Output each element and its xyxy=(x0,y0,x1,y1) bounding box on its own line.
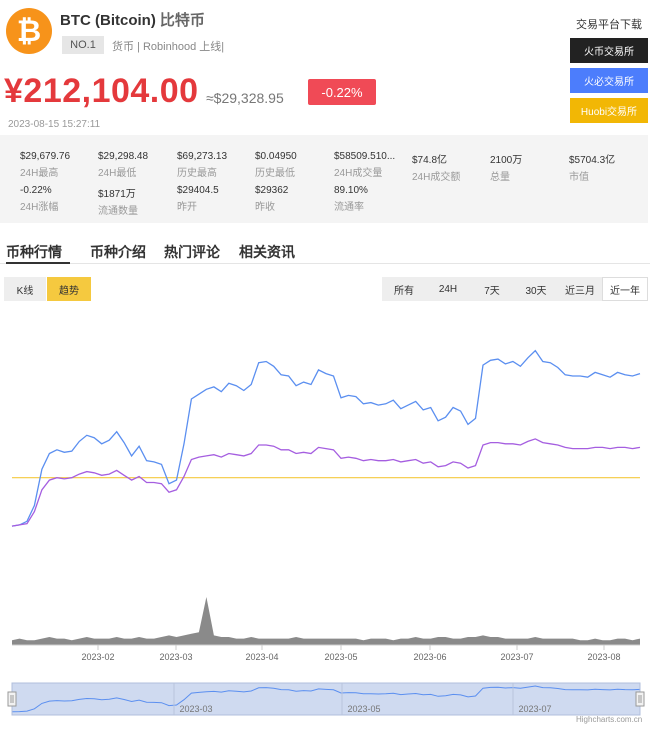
navigator-right-handle[interactable] xyxy=(635,691,645,707)
stat-prev-open: $29404.5 昨开 xyxy=(177,185,219,213)
price-change-badge: -0.22% xyxy=(308,79,376,105)
stat-24h-low: $29,298.48 24H最低 xyxy=(98,151,149,179)
tab-market[interactable]: 币种行情 xyxy=(6,242,62,262)
stat-ath: $69,273.13 历史最高 xyxy=(177,151,228,179)
range-7d-button[interactable]: 7天 xyxy=(470,277,514,301)
price-trend-chart[interactable]: 2023-02 2023-03 2023-04 2023-05 2023-06 2023-… xyxy=(0,300,650,720)
x-tick-label: 2023-02 xyxy=(81,652,114,662)
coin-symbol-name: BTC (Bitcoin) xyxy=(60,12,156,29)
range-24h-button[interactable]: 24H xyxy=(426,277,470,301)
navigator-tick-label: 2023-05 xyxy=(347,704,380,714)
price-usd: ≈$29,328.95 xyxy=(206,90,284,106)
navigator-tick-label: 2023-03 xyxy=(179,704,212,714)
stat-prev-close: $29362 昨收 xyxy=(255,185,289,213)
coin-title: BTC (Bitcoin) 比特币 xyxy=(60,9,205,30)
price-timestamp: 2023-08-15 15:27:11 xyxy=(8,119,101,130)
volume-area xyxy=(12,597,640,646)
stat-atl: $0.04950 历史最低 xyxy=(255,151,297,179)
rank-badge: NO.1 xyxy=(62,36,104,54)
price-lines xyxy=(11,349,641,527)
stat-24h-volume: $58509.510... 24H成交量 xyxy=(334,151,396,179)
range-1y-button[interactable]: 近一年 xyxy=(602,277,648,301)
exchange-download-title: 交易平台下载 xyxy=(576,19,642,31)
series-line-1 xyxy=(11,438,641,527)
x-tick-label: 2023-06 xyxy=(413,652,446,662)
x-axis: 2023-02 2023-03 2023-04 2023-05 2023-06 2023-… xyxy=(81,645,621,662)
volume-series xyxy=(12,597,640,645)
tab-comments[interactable]: 热门评论 xyxy=(164,242,220,262)
stat-total-supply: 2100万 总量 xyxy=(490,155,523,183)
stat-24h-change: -0.22% 24H涨幅 xyxy=(20,185,59,213)
mode-kline-button[interactable]: K线 xyxy=(4,277,46,301)
exchange-button-huobi-3[interactable]: Huobi交易所 xyxy=(570,98,648,123)
coin-tags: 货币 | Robinhood 上线| xyxy=(112,41,225,53)
price-cny: ¥212,104.00 xyxy=(4,72,199,110)
navigator-left-handle[interactable] xyxy=(7,691,17,707)
x-tick-label: 2023-05 xyxy=(324,652,357,662)
stats-panel: $29,679.76 24H最高 $29,298.48 24H最低 $69,273.… xyxy=(0,135,648,223)
exchange-button-huobi-1[interactable]: 火币交易所 xyxy=(570,38,648,63)
navigator-tick-label: 2023-07 xyxy=(518,704,551,714)
chart-credit: Highcharts.com.cn xyxy=(576,715,643,724)
x-tick-label: 2023-08 xyxy=(587,652,620,662)
coin-cn-name: 比特币 xyxy=(159,12,205,29)
range-3m-button[interactable]: 近三月 xyxy=(558,277,602,301)
stat-circulation-rate: 89.10% 流通率 xyxy=(334,185,368,213)
tabs-divider xyxy=(0,263,650,264)
range-all-button[interactable]: 所有 xyxy=(382,277,426,301)
stat-market-cap: $5704.3亿 市值 xyxy=(569,155,616,183)
x-tick-label: 2023-07 xyxy=(500,652,533,662)
mode-trend-button[interactable]: 趋势 xyxy=(47,277,91,301)
bitcoin-logo-icon: ₿ xyxy=(6,8,52,54)
x-tick-label: 2023-03 xyxy=(159,652,192,662)
exchange-button-huobi-2[interactable]: 火必交易所 xyxy=(570,68,648,93)
stat-24h-turnover: $74.8亿 24H成交额 xyxy=(412,155,461,183)
range-navigator[interactable]: 2023-03 2023-05 2023-07 xyxy=(7,682,645,716)
series-line-0 xyxy=(11,349,641,527)
active-tab-indicator xyxy=(6,262,70,264)
x-tick-label: 2023-04 xyxy=(245,652,278,662)
tab-intro[interactable]: 币种介绍 xyxy=(90,242,146,262)
stat-circulating: $1871万 流通数量 xyxy=(98,189,138,217)
range-selector: 所有 24H 7天 30天 近三月 近一年 xyxy=(382,277,648,301)
range-30d-button[interactable]: 30天 xyxy=(514,277,558,301)
tab-news[interactable]: 相关资讯 xyxy=(239,242,295,262)
stat-24h-high: $29,679.76 24H最高 xyxy=(20,151,71,179)
